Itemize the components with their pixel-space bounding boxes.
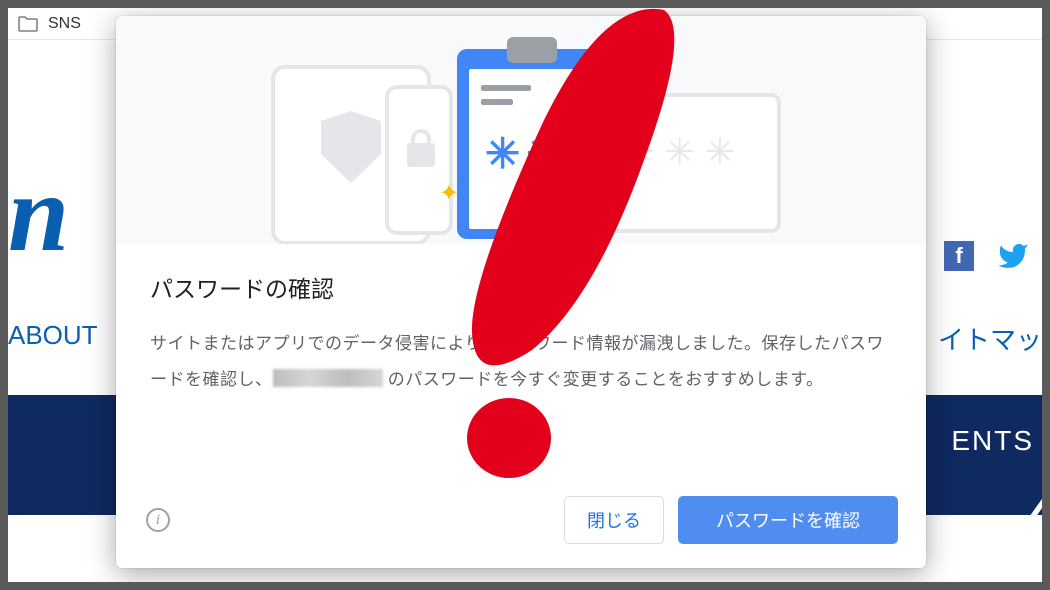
site-logo-fragment: n bbox=[8, 150, 63, 277]
paper-asterisks: ✳✳ bbox=[485, 129, 567, 178]
paper-line bbox=[481, 99, 513, 105]
lock-icon bbox=[407, 143, 435, 167]
dialog-footer: i 閉じる パスワードを確認 bbox=[116, 478, 926, 568]
password-check-dialog: ✳✳✳ ✳✳ ✦ ✦ パスワードの確認 サイトまたはアプリでのデータ侵害により、… bbox=[116, 16, 926, 568]
nav-left-fragment: ABOUT bbox=[8, 320, 98, 351]
dialog-description: サイトまたはアプリでのデータ侵害により、パスワード情報が漏洩しました。保存したパ… bbox=[150, 326, 892, 397]
nav-right-fragment: イトマッ bbox=[938, 320, 1042, 357]
bookmark-folder-label[interactable]: SNS bbox=[48, 15, 81, 33]
paper-line bbox=[481, 85, 531, 91]
facebook-icon[interactable]: f bbox=[944, 241, 974, 271]
browser-viewport: SNS n f ABOUT イトマッ ENTS / ✳✳✳ bbox=[8, 8, 1042, 582]
folder-icon bbox=[18, 16, 38, 32]
social-icons: f bbox=[944, 240, 1032, 272]
sparkle-icon: ✦ bbox=[619, 29, 642, 62]
clipboard-clip-icon bbox=[507, 37, 557, 63]
sparkle-icon: ✦ bbox=[439, 179, 459, 208]
redacted-sitename bbox=[273, 369, 383, 387]
laptop-asterisks: ✳✳✳ bbox=[625, 131, 746, 173]
info-icon[interactable]: i bbox=[146, 508, 170, 532]
dialog-text-after: のパスワードを今すぐ変更することをおすすめします。 bbox=[383, 370, 824, 389]
dialog-title: パスワードの確認 bbox=[150, 270, 892, 304]
confirm-password-button[interactable]: パスワードを確認 bbox=[678, 496, 898, 544]
twitter-icon[interactable] bbox=[994, 240, 1032, 272]
close-button[interactable]: 閉じる bbox=[564, 496, 664, 544]
band-text-fragment: ENTS bbox=[951, 425, 1034, 457]
dialog-body: パスワードの確認 サイトまたはアプリでのデータ侵害により、パスワード情報が漏洩し… bbox=[116, 244, 926, 478]
dialog-hero-illustration: ✳✳✳ ✳✳ ✦ ✦ bbox=[116, 16, 926, 244]
